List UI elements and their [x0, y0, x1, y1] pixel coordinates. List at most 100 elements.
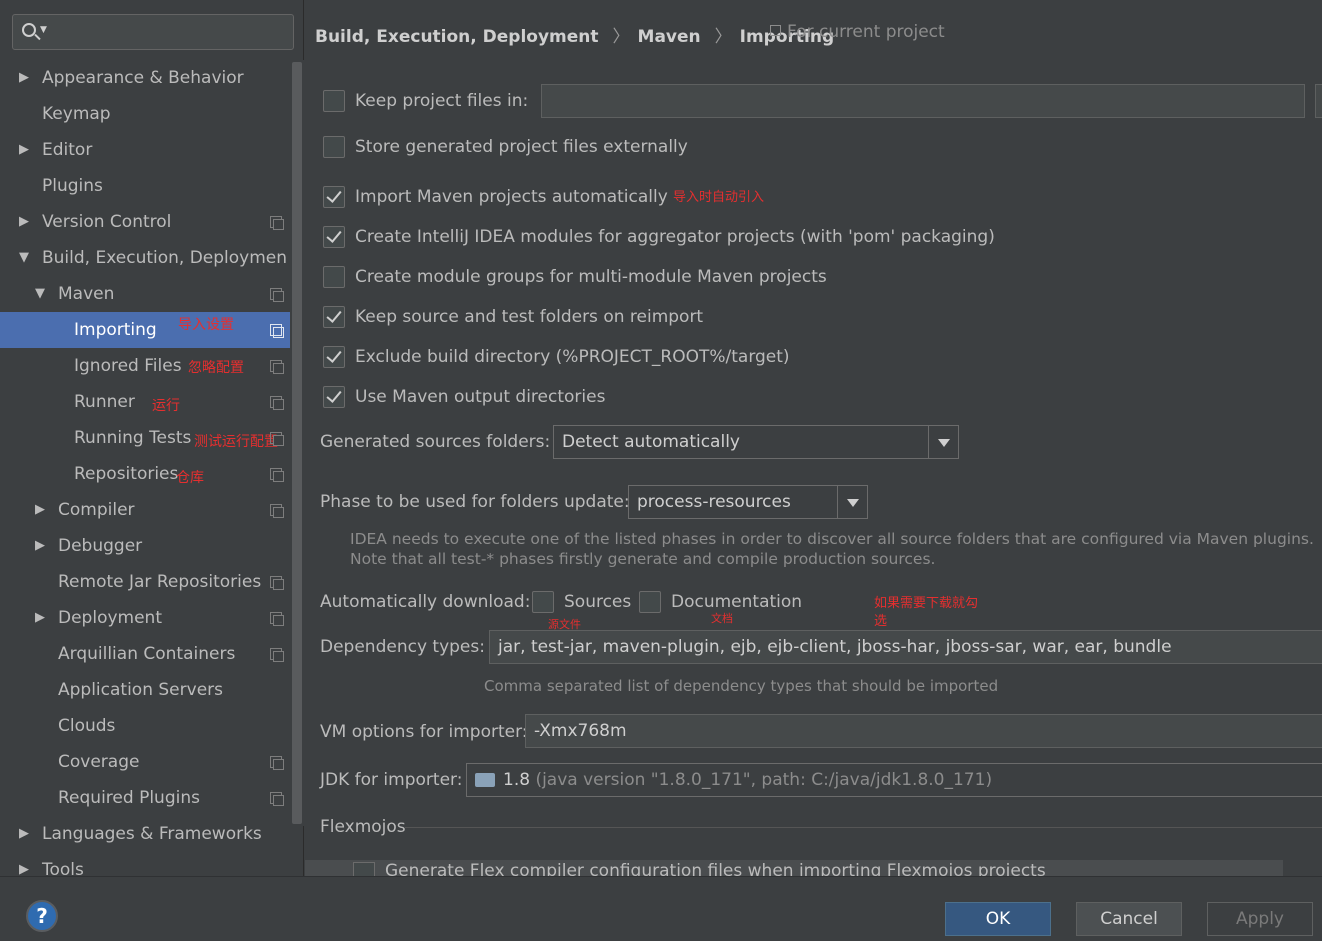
breadcrumb-separator: 〉	[612, 27, 630, 47]
tree-item-label: Maven	[58, 284, 115, 304]
keep-files-path-field[interactable]	[541, 84, 1305, 118]
chevron-down-icon[interactable]: ▼	[40, 25, 47, 35]
chevron-right-icon[interactable]: ▶	[32, 528, 48, 564]
keep-source-checkbox[interactable]	[323, 306, 345, 328]
tree-item-label: Runner	[74, 392, 135, 412]
exclude-build-label: Exclude build directory (%PROJECT_ROOT%/…	[355, 347, 790, 367]
tree-scrollbar[interactable]	[290, 60, 304, 826]
project-scope-icon	[270, 792, 284, 806]
store-externally-row: Store generated project files externally	[323, 132, 688, 162]
phase-dropdown[interactable]: process-resources	[628, 485, 868, 519]
dependency-types-field[interactable]: jar, test-jar, maven-plugin, ejb, ejb-cl…	[489, 630, 1322, 664]
chevron-down-icon[interactable]	[837, 486, 867, 518]
generated-sources-label: Generated sources folders:	[320, 432, 551, 452]
tree-item-importing[interactable]: Importing 导入设置	[0, 312, 290, 348]
annotation-download-line1: 如果需要下载就勾	[874, 596, 979, 611]
tree-item-languages-frameworks[interactable]: ▶ Languages & Frameworks	[0, 816, 290, 852]
tree-item-deployment[interactable]: ▶ Deployment	[0, 600, 290, 636]
tree-item-application-servers[interactable]: Application Servers	[0, 672, 290, 708]
project-scope-icon	[270, 216, 284, 230]
jdk-label: JDK for importer:	[320, 770, 463, 790]
keep-source-label: Keep source and test folders on reimport	[355, 307, 704, 327]
tree-item-keymap[interactable]: Keymap	[0, 96, 290, 132]
tree-item-debugger[interactable]: ▶ Debugger	[0, 528, 290, 564]
chevron-right-icon[interactable]: ▶	[16, 852, 32, 876]
documentation-checkbox[interactable]	[639, 591, 661, 613]
tree-item-runner[interactable]: Runner 运行	[0, 384, 290, 420]
use-output-checkbox[interactable]	[323, 386, 345, 408]
keep-files-checkbox[interactable]	[323, 90, 345, 112]
browse-button[interactable]	[1315, 84, 1322, 118]
chevron-right-icon[interactable]: ▶	[16, 816, 32, 852]
annotation-repositories: 仓库	[176, 470, 204, 486]
store-externally-checkbox[interactable]	[323, 136, 345, 158]
tree-item-compiler[interactable]: ▶ Compiler	[0, 492, 290, 528]
exclude-build-checkbox[interactable]	[323, 346, 345, 368]
tree-item-maven[interactable]: ▼ Maven	[0, 276, 290, 312]
create-modules-label: Create IntelliJ IDEA modules for aggrega…	[355, 227, 995, 247]
generated-sources-dropdown[interactable]: Detect automatically	[553, 425, 959, 459]
tree-item-label: Deployment	[58, 608, 162, 628]
vm-options-field[interactable]: -Xmx768m	[525, 714, 1322, 748]
tree-item-build-execution-deployment[interactable]: ▼ Build, Execution, Deploymen	[0, 240, 290, 276]
tree-item-appearance-behavior[interactable]: ▶ Appearance & Behavior	[0, 60, 290, 96]
search-input[interactable]	[55, 21, 285, 43]
tree-item-label: Coverage	[58, 752, 140, 772]
folder-icon	[475, 773, 495, 787]
documentation-label: Documentation	[671, 592, 803, 612]
chevron-right-icon[interactable]: ▶	[16, 60, 32, 96]
scrollbar-thumb[interactable]	[292, 62, 302, 824]
chevron-right-icon[interactable]: ▶	[32, 492, 48, 528]
tree-item-ignored-files[interactable]: Ignored Files 忽略配置	[0, 348, 290, 384]
chevron-right-icon[interactable]: ▶	[32, 600, 48, 636]
jdk-dropdown[interactable]: 1.8 (java version "1.8.0_171", path: C:/…	[466, 763, 1322, 797]
create-modules-checkbox[interactable]	[323, 226, 345, 248]
ok-button[interactable]: OK	[945, 902, 1051, 936]
search-icon[interactable]	[22, 23, 36, 37]
search-box[interactable]: ▼	[12, 14, 294, 50]
module-groups-label: Create module groups for multi-module Ma…	[355, 267, 827, 287]
chevron-right-icon[interactable]: ▶	[16, 204, 32, 240]
tree-item-running-tests[interactable]: Running Tests 测试运行配置	[0, 420, 290, 456]
chevron-down-icon[interactable]: ▼	[16, 240, 32, 276]
auto-download-label: Automatically download:	[320, 592, 531, 612]
tree-item-arquillian-containers[interactable]: Arquillian Containers	[0, 636, 290, 672]
flexmojos-checkbox[interactable]	[353, 862, 375, 876]
chevron-down-icon[interactable]	[928, 426, 958, 458]
help-button[interactable]: ?	[26, 900, 58, 932]
tree-item-coverage[interactable]: Coverage	[0, 744, 290, 780]
tree-item-label: Build, Execution, Deploymen	[42, 248, 288, 268]
keep-files-label: Keep project files in:	[355, 91, 529, 111]
sources-checkbox[interactable]	[532, 591, 554, 613]
tree-item-label: Application Servers	[58, 680, 223, 700]
settings-sidebar: ▼ ▶ Appearance & Behavior Keymap ▶ Edito…	[0, 0, 304, 876]
chevron-right-icon[interactable]: ▶	[16, 132, 32, 168]
annotation-runner: 运行	[152, 398, 180, 414]
cancel-button[interactable]: Cancel	[1076, 902, 1182, 936]
tree-item-tools[interactable]: ▶ Tools	[0, 852, 290, 876]
project-scope-icon	[270, 288, 284, 302]
breadcrumb-separator: 〉	[714, 27, 732, 47]
settings-content: Build, Execution, Deployment 〉 Maven 〉 Impor…	[305, 0, 1322, 876]
create-modules-row: Create IntelliJ IDEA modules for aggrega…	[323, 222, 995, 252]
chevron-down-icon[interactable]: ▼	[32, 276, 48, 312]
tree-item-version-control[interactable]: ▶ Version Control	[0, 204, 290, 240]
tree-item-label: Debugger	[58, 536, 143, 556]
tree-item-repositories[interactable]: Repositories 仓库	[0, 456, 290, 492]
import-auto-checkbox[interactable]	[323, 186, 345, 208]
tree-item-label: Repositories	[74, 464, 179, 484]
tree-item-clouds[interactable]: Clouds	[0, 708, 290, 744]
tree-item-editor[interactable]: ▶ Editor	[0, 132, 290, 168]
module-groups-checkbox[interactable]	[323, 266, 345, 288]
tree-item-label: Languages & Frameworks	[42, 824, 262, 844]
tree-item-required-plugins[interactable]: Required Plugins	[0, 780, 290, 816]
tree-item-plugins[interactable]: Plugins	[0, 168, 290, 204]
annotation-import-auto: 导入时自动引入	[673, 190, 765, 205]
settings-tree: ▶ Appearance & Behavior Keymap ▶ Editor …	[0, 60, 290, 876]
tree-item-remote-jar-repositories[interactable]: Remote Jar Repositories	[0, 564, 290, 600]
phase-label: Phase to be used for folders update:	[320, 492, 630, 512]
project-scope-icon	[270, 432, 284, 446]
annotation-running-tests: 测试运行配置	[194, 434, 278, 450]
apply-button[interactable]: Apply	[1207, 902, 1313, 936]
tree-item-label: Arquillian Containers	[58, 644, 236, 664]
